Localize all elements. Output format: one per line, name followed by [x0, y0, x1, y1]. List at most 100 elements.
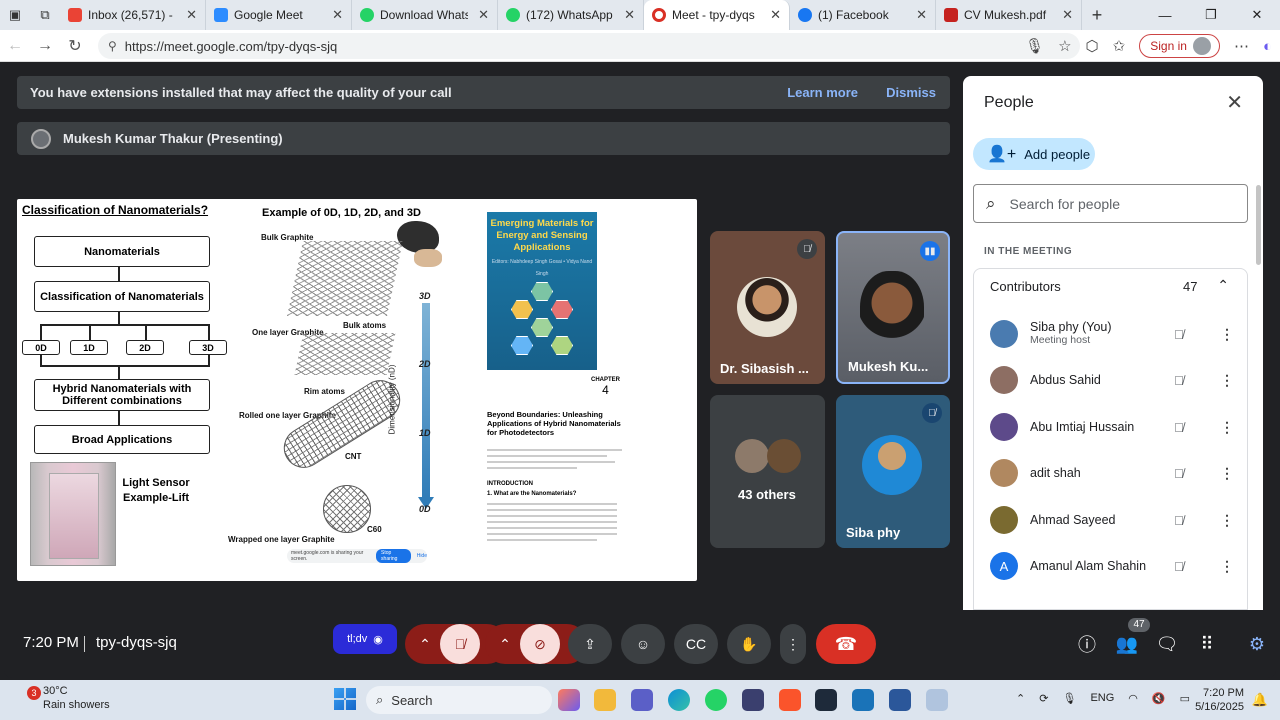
mic-off-button[interactable]: 🎙̸: [440, 624, 480, 664]
maximize-icon[interactable]: ❐: [1188, 0, 1234, 30]
snipping-tool-icon[interactable]: [926, 689, 948, 711]
close-icon[interactable]: ✕: [1062, 7, 1073, 23]
chevron-up-icon[interactable]: ⌃: [1016, 692, 1025, 705]
more-options-icon[interactable]: ⋮: [1220, 419, 1234, 436]
close-icon[interactable]: ✕: [770, 7, 781, 23]
weather-widget[interactable]: 3 30°C Rain showers: [27, 684, 110, 712]
word-icon[interactable]: [889, 689, 911, 711]
tab-cv-pdf[interactable]: CV Mukesh.pdf ✕: [936, 0, 1082, 30]
participant-row[interactable]: Siba phy (You) Meeting host 🎙̸ ⋮: [974, 311, 1247, 357]
mic-options-chevron-icon[interactable]: ⌃: [412, 624, 438, 664]
notifications-icon[interactable]: 🔔: [1252, 692, 1268, 708]
edge-icon[interactable]: [668, 689, 690, 711]
whatsapp-taskbar-icon[interactable]: [705, 689, 727, 711]
participant-row[interactable]: adit shah 🎙̸ ⋮: [974, 450, 1247, 496]
chat-icon[interactable]: 🗨: [1150, 624, 1184, 664]
new-tab-icon[interactable]: +: [1082, 0, 1112, 30]
site-info-icon[interactable]: ⚲: [108, 39, 117, 53]
language-indicator[interactable]: ENG: [1090, 692, 1114, 705]
tldv-record-button[interactable]: tl;dv ◉: [333, 624, 397, 654]
emoji-reaction-button[interactable]: ☺: [621, 624, 665, 664]
copilot-app-icon[interactable]: [558, 689, 580, 711]
tab-facebook[interactable]: (1) Facebook ✕: [790, 0, 936, 30]
close-icon[interactable]: ✕: [624, 7, 635, 23]
close-panel-icon[interactable]: ✕: [1226, 90, 1243, 115]
wifi-icon[interactable]: ◠: [1128, 692, 1138, 705]
windows-start-icon[interactable]: [334, 688, 356, 710]
tab-actions-icon[interactable]: ⧉: [30, 0, 60, 30]
speaker-muted-icon[interactable]: 🔇: [1152, 692, 1166, 705]
tab-meet-active[interactable]: Meet - tpy-dyqs ✕: [644, 0, 790, 30]
leave-call-button[interactable]: ☎: [816, 624, 876, 664]
back-icon[interactable]: ←: [0, 37, 30, 55]
learn-more-link[interactable]: Learn more: [787, 85, 858, 100]
forward-icon[interactable]: →: [30, 37, 60, 55]
activities-icon[interactable]: ⠿: [1190, 624, 1224, 664]
app-icon[interactable]: [852, 689, 874, 711]
reload-icon[interactable]: ↻: [60, 36, 90, 56]
tab-download-whatsapp[interactable]: Download WhatsApp ✕: [352, 0, 498, 30]
participant-tile-mukesh[interactable]: ▮▮ Mukesh Ku...: [836, 231, 950, 384]
participant-row[interactable]: Abu Imtiaj Hussain 🎙̸ ⋮: [974, 404, 1247, 450]
sync-icon[interactable]: ⟳: [1039, 692, 1048, 705]
workspaces-icon[interactable]: ▣: [0, 0, 30, 30]
participant-tile-siba[interactable]: 🎙̸ Siba phy: [836, 395, 950, 548]
search-people-input[interactable]: ⌕ Search for people: [973, 184, 1248, 223]
more-options-icon[interactable]: ⋮: [1220, 372, 1234, 389]
file-explorer-icon[interactable]: [594, 689, 616, 711]
close-icon[interactable]: ✕: [332, 7, 343, 23]
teams-icon[interactable]: [631, 689, 653, 711]
more-options-icon[interactable]: ⋮: [1220, 326, 1234, 343]
participant-row[interactable]: A Amanul Alam Shahin 🎙̸ ⋮: [974, 543, 1247, 589]
camera-off-button[interactable]: ⊘: [520, 624, 560, 664]
close-icon[interactable]: ✕: [916, 7, 927, 23]
app-icon[interactable]: [742, 689, 764, 711]
hide-button[interactable]: Hide: [417, 553, 427, 559]
more-options-icon[interactable]: ⋮: [1220, 465, 1234, 482]
more-options-icon[interactable]: ⋮: [780, 624, 806, 664]
participant-row[interactable]: Ahmad Sayeed 🎙̸ ⋮: [974, 497, 1247, 543]
taskbar-search[interactable]: ⌕ Search: [366, 686, 552, 714]
stop-sharing-button[interactable]: Stop sharing: [376, 549, 411, 563]
tab-google-meet[interactable]: Google Meet ✕: [206, 0, 352, 30]
sign-in-button[interactable]: Sign in: [1139, 34, 1220, 58]
taskbar-clock[interactable]: 7:20 PM 5/16/2025: [1195, 686, 1244, 714]
extensions-icon[interactable]: ⬡: [1086, 37, 1099, 55]
bookmark-star-icon[interactable]: ☆: [1058, 37, 1071, 55]
more-options-icon[interactable]: ⋮: [1220, 512, 1234, 529]
window-close-icon[interactable]: ✕: [1234, 0, 1280, 30]
minimize-icon[interactable]: —: [1142, 0, 1188, 30]
participant-name: Siba phy: [846, 525, 901, 540]
dismiss-button[interactable]: Dismiss: [886, 85, 936, 100]
avatar: [990, 506, 1018, 534]
url-input[interactable]: ⚲ https://meet.google.com/tpy-dyqs-sjq: [98, 33, 1080, 59]
tab-inbox[interactable]: Inbox (26,571) - sdpd ✕: [60, 0, 206, 30]
close-icon[interactable]: ✕: [478, 7, 489, 23]
camera-options-chevron-icon[interactable]: ⌃: [492, 624, 518, 664]
captions-button[interactable]: CC: [674, 624, 718, 664]
battery-icon[interactable]: ▭: [1180, 692, 1190, 705]
tab-title: CV Mukesh.pdf: [964, 8, 1047, 22]
brave-icon[interactable]: [779, 689, 801, 711]
meeting-info-icon[interactable]: ⓘ: [1070, 624, 1104, 664]
panel-scrollbar[interactable]: [1256, 185, 1261, 265]
presenter-avatar: [31, 128, 51, 149]
favorites-icon[interactable]: ✩: [1113, 37, 1126, 55]
mic-icon[interactable]: 🎙: [1025, 37, 1044, 55]
participant-tile-sibasish[interactable]: 🎙̸ Dr. Sibasish ...: [710, 231, 825, 384]
more-menu-icon[interactable]: ⋯: [1234, 37, 1249, 55]
mic-icon[interactable]: 🎙: [1062, 692, 1076, 705]
more-options-icon[interactable]: ⋮: [1220, 558, 1234, 575]
close-icon[interactable]: ✕: [186, 7, 197, 23]
tab-whatsapp[interactable]: (172) WhatsApp ✕: [498, 0, 644, 30]
chevron-up-icon[interactable]: ⌃: [1217, 277, 1229, 294]
present-screen-button[interactable]: ⇪: [568, 624, 612, 664]
copilot-icon[interactable]: ◐: [1263, 38, 1272, 55]
browser-tab-strip: ▣ ⧉ Inbox (26,571) - sdpd ✕ Google Meet …: [0, 0, 1280, 30]
add-people-button[interactable]: 👤+ Add people: [973, 138, 1095, 170]
react-app-icon[interactable]: [815, 689, 837, 711]
raise-hand-button[interactable]: ✋: [727, 624, 771, 664]
host-controls-icon[interactable]: ⚙: [1240, 624, 1274, 664]
participant-tile-others[interactable]: 43 others: [710, 395, 825, 548]
participant-row[interactable]: Abdus Sahid 🎙̸ ⋮: [974, 357, 1247, 403]
